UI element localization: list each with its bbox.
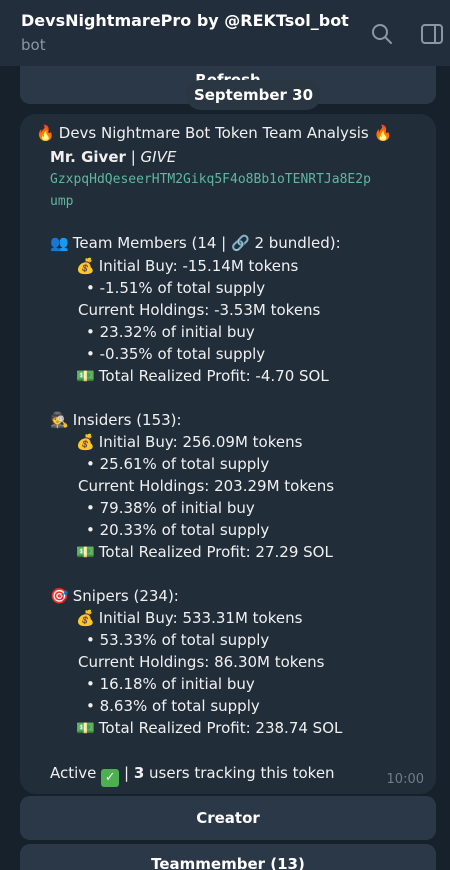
people-icon: 👥	[50, 234, 69, 252]
team-initial-buy: Initial Buy: -15.14M tokens	[98, 257, 299, 275]
status-separator: |	[123, 764, 130, 782]
date-separator: September 30	[186, 80, 321, 110]
team-heading: Team Members (14 | 🔗 2 bundled):	[72, 234, 341, 252]
chat-subtitle: bot	[21, 36, 46, 54]
token-address-line2[interactable]: ump	[50, 194, 73, 209]
users-count: 3	[133, 764, 145, 782]
snipers-profit: Total Realized Profit: 238.74 SOL	[98, 719, 343, 737]
message-bubble: 🔥 Devs Nightmare Bot Token Team Analysis…	[20, 114, 436, 794]
insiders-heading-line: 🕵 Insiders (153):	[50, 411, 182, 429]
chat-title[interactable]: DevsNightmarePro by @REKTsol_bot	[21, 11, 349, 30]
money-bag-icon: 💰	[76, 257, 95, 275]
team-profit-line: 💵 Total Realized Profit: -4.70 SOL	[76, 367, 329, 385]
token-name: Mr. Giver	[50, 148, 126, 166]
team-profit: Total Realized Profit: -4.70 SOL	[98, 367, 329, 385]
money-bag-icon: 💰	[76, 609, 95, 627]
insiders-initial-line: 💰 Initial Buy: 256.09M tokens	[76, 433, 302, 451]
team-initial-line: 💰 Initial Buy: -15.14M tokens	[76, 257, 298, 275]
insiders-holdings-initial: • 79.38% of initial buy	[86, 499, 255, 517]
status-line: Active ✓ | 3 users tracking this token	[50, 764, 335, 787]
snipers-profit-line: 💵 Total Realized Profit: 238.74 SOL	[76, 719, 342, 737]
snipers-heading-line: 🎯 Snipers (234):	[50, 587, 179, 605]
insiders-holdings: Current Holdings: 203.29M tokens	[78, 477, 335, 495]
snipers-heading: Snipers (234):	[72, 587, 179, 605]
users-text: users tracking this token	[149, 764, 335, 782]
money-bag-icon: 💰	[76, 433, 95, 451]
token-line: Mr. Giver | GIVE	[50, 148, 176, 166]
money-with-wings-icon: 💵	[76, 367, 95, 385]
team-holdings: Current Holdings: -3.53M tokens	[78, 301, 321, 319]
token-symbol: GIVE	[140, 148, 177, 166]
team-initial-pct: • -1.51% of total supply	[86, 279, 266, 297]
insiders-heading: Insiders (153):	[72, 411, 182, 429]
snipers-initial-pct: • 53.33% of total supply	[86, 631, 270, 649]
snipers-initial-buy: Initial Buy: 533.31M tokens	[98, 609, 303, 627]
team-heading-line: 👥 Team Members (14 | 🔗 2 bundled):	[50, 234, 341, 252]
snipers-holdings-total: • 8.63% of total supply	[86, 697, 260, 715]
snipers-holdings: Current Holdings: 86.30M tokens	[78, 653, 325, 671]
message-title: Devs Nightmare Bot Token Team Analysis	[58, 124, 369, 142]
insiders-profit: Total Realized Profit: 27.29 SOL	[98, 543, 333, 561]
fire-icon: 🔥	[36, 124, 55, 142]
money-with-wings-icon: 💵	[76, 719, 95, 737]
side-panel-icon[interactable]	[420, 22, 444, 46]
creator-button[interactable]: Creator	[20, 796, 436, 840]
fire-icon: 🔥	[373, 124, 393, 142]
status-active: Active	[50, 764, 97, 782]
check-mark-icon: ✓	[101, 769, 120, 787]
money-with-wings-icon: 💵	[76, 543, 95, 561]
team-holdings-initial: • 23.32% of initial buy	[86, 323, 255, 341]
snipers-holdings-initial: • 16.18% of initial buy	[86, 675, 255, 693]
token-separator: |	[130, 148, 136, 166]
team-holdings-total: • -0.35% of total supply	[86, 345, 266, 363]
snipers-initial-line: 💰 Initial Buy: 533.31M tokens	[76, 609, 302, 627]
token-address-line1[interactable]: GzxpqHdQeseerHTM2Gikq5F4o8Bb1oTENRTJa8E2…	[50, 172, 371, 187]
message-time: 10:00	[386, 772, 424, 787]
target-icon: 🎯	[50, 587, 69, 605]
teammember-button[interactable]: Teammember (13)	[20, 844, 436, 870]
chat-header: DevsNightmarePro by @REKTsol_bot bot	[0, 0, 450, 66]
message-title-line: 🔥 Devs Nightmare Bot Token Team Analysis…	[36, 124, 392, 142]
detective-icon: 🕵	[50, 411, 69, 429]
search-icon[interactable]	[370, 22, 394, 46]
insiders-profit-line: 💵 Total Realized Profit: 27.29 SOL	[76, 543, 333, 561]
insiders-initial-pct: • 25.61% of total supply	[86, 455, 270, 473]
insiders-holdings-total: • 20.33% of total supply	[86, 521, 270, 539]
insiders-initial-buy: Initial Buy: 256.09M tokens	[98, 433, 303, 451]
